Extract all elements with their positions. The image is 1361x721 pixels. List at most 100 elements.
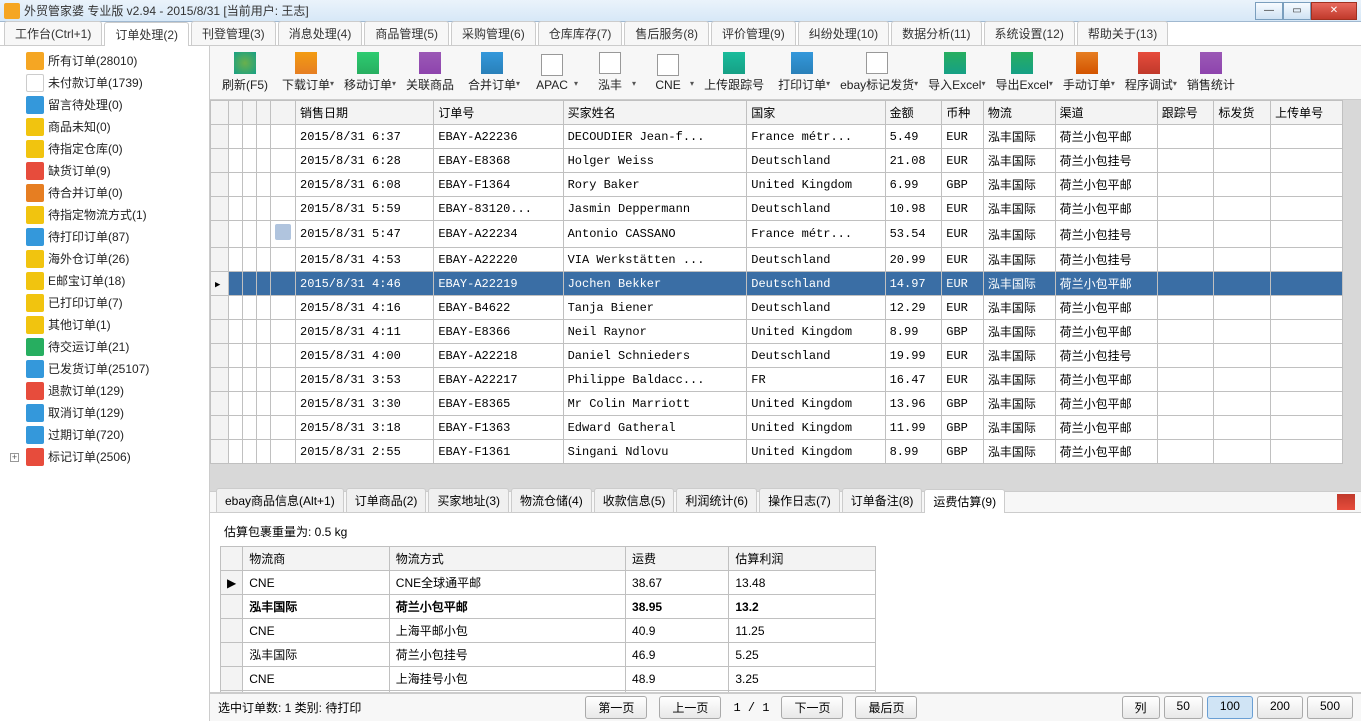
main-tab[interactable]: 消息处理(4) [278,21,363,45]
sidebar-item[interactable]: 待打印订单(87) [0,226,209,248]
sidebar-item[interactable]: 所有订单(28010) [0,50,209,72]
grid-column-header[interactable]: 销售日期 [296,101,434,125]
toolbar-button[interactable]: APAC▾ [524,49,580,97]
grid-column-header[interactable]: 物流 [983,101,1055,125]
detail-tab[interactable]: ebay商品信息(Alt+1) [216,488,344,512]
detail-tab[interactable]: 物流仓储(4) [511,488,592,512]
order-row[interactable]: 2015/8/31 6:08EBAY-F1364Rory BakerUnited… [211,173,1343,197]
toolbar-button[interactable]: 程序调试▾ [1119,49,1179,97]
toolbar-button[interactable]: 手动订单▾ [1057,49,1117,97]
order-grid[interactable]: 销售日期订单号买家姓名国家金额币种物流渠道跟踪号标发货上传单号2015/8/31… [210,100,1343,464]
sidebar-item[interactable]: 待指定仓库(0) [0,138,209,160]
main-tab[interactable]: 仓库库存(7) [538,21,623,45]
main-tab[interactable]: 工作台(Ctrl+1) [4,21,102,45]
close-button[interactable]: ✕ [1311,2,1357,20]
ship-row[interactable]: 泓丰国际荷兰小包挂号46.95.25 [221,643,876,667]
grid-column-header[interactable]: 买家姓名 [563,101,747,125]
grid-column-header[interactable]: 金额 [885,101,942,125]
ship-row[interactable]: ▶CNECNE全球通平邮38.6713.48 [221,571,876,595]
toolbar-button[interactable]: 泓丰▾ [582,49,638,97]
toolbar-button[interactable]: 销售统计 [1181,49,1241,97]
minimize-button[interactable]: — [1255,2,1283,20]
expand-icon[interactable]: + [10,453,19,462]
toolbar-button[interactable]: 打印订单▾ [772,49,832,97]
ship-column-header[interactable]: 运费 [626,547,729,571]
main-tab[interactable]: 帮助关于(13) [1077,21,1168,45]
order-row[interactable]: 2015/8/31 4:53EBAY-A22220VIA Werkstätten… [211,248,1343,272]
page-size-button[interactable]: 200 [1257,696,1303,719]
main-tab[interactable]: 售后服务(8) [624,21,709,45]
main-tab[interactable]: 采购管理(6) [451,21,536,45]
detail-tab[interactable]: 买家地址(3) [428,488,509,512]
detail-tab[interactable]: 订单商品(2) [346,488,427,512]
sidebar-item[interactable]: 待交运订单(21) [0,336,209,358]
toolbar-button[interactable]: 下载订单▾ [276,49,336,97]
sidebar-item[interactable]: 取消订单(129) [0,402,209,424]
order-row[interactable]: 2015/8/31 2:55EBAY-F1361Singani NdlovuUn… [211,440,1343,464]
maximize-button[interactable]: ▭ [1283,2,1311,20]
sidebar-item[interactable]: 待合并订单(0) [0,182,209,204]
sidebar-item[interactable]: 已打印订单(7) [0,292,209,314]
first-page-button[interactable]: 第一页 [585,696,647,719]
page-size-button[interactable]: 500 [1307,696,1353,719]
sidebar-item[interactable]: 留言待处理(0) [0,94,209,116]
sidebar-item[interactable]: 缺货订单(9) [0,160,209,182]
toolbar-button[interactable]: 合并订单▾ [462,49,522,97]
order-row[interactable]: 2015/8/31 4:00EBAY-A22218Daniel Schniede… [211,344,1343,368]
ship-column-header[interactable]: 物流方式 [389,547,625,571]
detail-tab[interactable]: 操作日志(7) [759,488,840,512]
order-row[interactable]: 2015/8/31 4:46EBAY-A22219Jochen BekkerDe… [211,272,1343,296]
toolbar-button[interactable]: CNE▾ [640,49,696,97]
main-tab[interactable]: 系统设置(12) [984,21,1075,45]
last-page-button[interactable]: 最后页 [855,696,917,719]
grid-column-header[interactable]: 订单号 [434,101,563,125]
toolbar-button[interactable]: 上传跟踪号 [698,49,770,97]
ship-column-header[interactable]: 估算利润 [729,547,876,571]
toolbar-button[interactable]: 移动订单▾ [338,49,398,97]
order-row[interactable]: 2015/8/31 4:11EBAY-E8366Neil RaynorUnite… [211,320,1343,344]
order-row[interactable]: 2015/8/31 3:53EBAY-A22217Philippe Baldac… [211,368,1343,392]
toolbar-button[interactable]: 导出Excel▾ [989,49,1054,97]
shipping-estimate-table[interactable]: 物流商物流方式运费估算利润▶CNECNE全球通平邮38.6713.48 泓丰国际荷… [220,546,876,693]
order-row[interactable]: 2015/8/31 5:47EBAY-A22234Antonio CASSANO… [211,221,1343,248]
page-size-button[interactable]: 100 [1207,696,1253,719]
prev-page-button[interactable]: 上一页 [659,696,721,719]
grid-column-header[interactable]: 标发货 [1214,101,1271,125]
sidebar-item[interactable]: +标记订单(2506) [0,446,209,468]
order-row[interactable]: 2015/8/31 5:59EBAY-83120...Jasmin Depper… [211,197,1343,221]
ship-column-header[interactable]: 物流商 [243,547,390,571]
order-row[interactable]: 2015/8/31 4:16EBAY-B4622Tanja BienerDeut… [211,296,1343,320]
sidebar-item[interactable]: 未付款订单(1739) [0,72,209,94]
main-tab[interactable]: 刊登管理(3) [191,21,276,45]
grid-column-header[interactable]: 上传单号 [1271,101,1343,125]
sidebar-item[interactable]: 海外仓订单(26) [0,248,209,270]
toolbar-button[interactable]: 导入Excel▾ [922,49,987,97]
toolbar-button[interactable]: 刷新(F5) [216,49,274,97]
order-row[interactable]: 2015/8/31 6:28EBAY-E8368Holger WeissDeut… [211,149,1343,173]
main-tab[interactable]: 订单处理(2) [104,22,189,46]
sidebar-item[interactable]: 过期订单(720) [0,424,209,446]
toolbar-button[interactable]: 关联商品 [400,49,460,97]
detail-tab[interactable]: 收款信息(5) [594,488,675,512]
main-tab[interactable]: 纠纷处理(10) [798,21,889,45]
sidebar-item[interactable]: E邮宝订单(18) [0,270,209,292]
page-size-button[interactable]: 50 [1164,696,1203,719]
order-row[interactable]: 2015/8/31 6:37EBAY-A22236DECOUDIER Jean-… [211,125,1343,149]
sidebar-item[interactable]: 其他订单(1) [0,314,209,336]
main-tab[interactable]: 商品管理(5) [364,21,449,45]
order-grid-scroll[interactable]: 销售日期订单号买家姓名国家金额币种物流渠道跟踪号标发货上传单号2015/8/31… [210,100,1361,491]
sidebar-item[interactable]: 已发货订单(25107) [0,358,209,380]
grid-column-header[interactable]: 国家 [747,101,885,125]
ship-row[interactable]: CNE上海平邮小包40.911.25 [221,619,876,643]
order-category-tree[interactable]: 所有订单(28010)未付款订单(1739)留言待处理(0)商品未知(0)待指定… [0,46,210,721]
ship-row[interactable]: CNE上海挂号小包48.93.25 [221,667,876,691]
sidebar-item[interactable]: 待指定物流方式(1) [0,204,209,226]
toolbar-button[interactable]: ebay标记发货▾ [834,49,920,97]
next-page-button[interactable]: 下一页 [781,696,843,719]
grid-column-header[interactable]: 币种 [942,101,984,125]
page-size-label-button[interactable]: 列 [1122,696,1160,719]
main-tab[interactable]: 评价管理(9) [711,21,796,45]
sidebar-item[interactable]: 商品未知(0) [0,116,209,138]
order-row[interactable]: 2015/8/31 3:18EBAY-F1363Edward GatheralU… [211,416,1343,440]
detail-tab[interactable]: 利润统计(6) [676,488,757,512]
